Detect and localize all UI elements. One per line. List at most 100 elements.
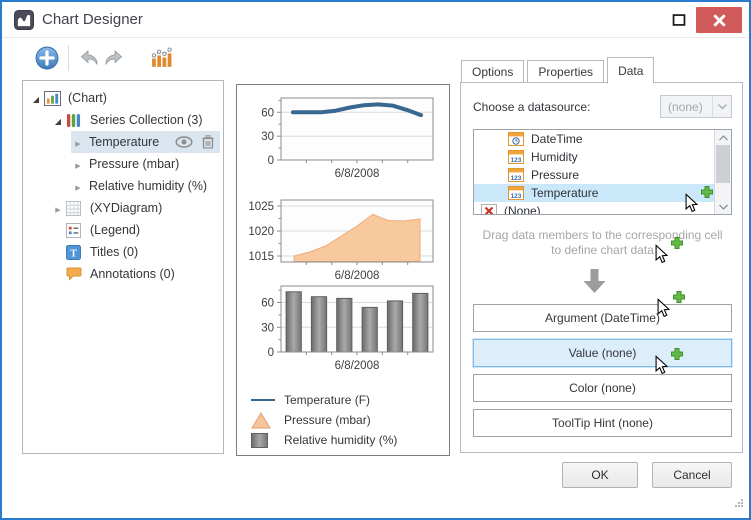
temperature-line-chart-preview[interactable]: 0 30 60 6/8/2008 xyxy=(239,93,445,185)
expander-collapsed-icon[interactable] xyxy=(71,179,85,193)
delete-trash-icon[interactable] xyxy=(202,135,214,149)
close-x-icon xyxy=(713,14,726,27)
cancel-button[interactable]: Cancel xyxy=(652,462,732,488)
bar-series-marker-icon xyxy=(251,433,277,448)
tree-item-temperature[interactable]: Temperature xyxy=(71,131,220,153)
argument-cell[interactable]: Argument (DateTime) xyxy=(473,304,732,332)
close-button[interactable] xyxy=(696,7,742,33)
legend-icon xyxy=(66,222,83,238)
numeric-field-icon: 123 xyxy=(508,150,525,164)
expander-collapsed-icon[interactable] xyxy=(51,201,65,215)
chart-legend: Temperature (F) Pressure (mbar) Relative… xyxy=(251,390,397,450)
field-item-pressure[interactable]: 123 Pressure xyxy=(474,166,714,184)
scroll-down-icon[interactable] xyxy=(715,199,731,214)
svg-text:123: 123 xyxy=(511,193,522,200)
down-arrow-icon xyxy=(583,269,606,296)
svg-text:60: 60 xyxy=(261,298,274,310)
resize-grip[interactable] xyxy=(734,495,744,513)
svg-text:1025: 1025 xyxy=(248,201,274,213)
svg-text:60: 60 xyxy=(261,107,274,119)
tree-item-legend[interactable]: (Legend) xyxy=(51,219,223,241)
field-item-humidity[interactable]: 123 Humidity xyxy=(474,148,714,166)
field-item-datetime[interactable]: DateTime xyxy=(474,130,714,148)
svg-text:6/8/2008: 6/8/2008 xyxy=(335,168,380,180)
undo-button[interactable] xyxy=(79,50,100,66)
tree-item-label: Pressure (mbar) xyxy=(85,157,179,171)
legend-item: Temperature (F) xyxy=(251,390,397,410)
chart-designer-dialog: Chart Designer (Chart) Series xyxy=(0,0,751,520)
humidity-bar-chart-preview[interactable]: 0 30 60 6/8/2008 xyxy=(239,281,445,377)
drag-hint-text: Drag data members to the corresponding c… xyxy=(477,228,728,258)
area-series-marker-icon xyxy=(251,412,277,429)
legend-item: Pressure (mbar) xyxy=(251,410,397,430)
scrollbar-thumb[interactable] xyxy=(716,145,730,183)
field-label: Pressure xyxy=(531,168,579,182)
svg-text:0: 0 xyxy=(268,155,274,167)
none-field-icon xyxy=(481,204,498,215)
tree-item-label: (Legend) xyxy=(89,223,140,237)
svg-text:123: 123 xyxy=(511,175,522,182)
tree-item-series-collection[interactable]: Series Collection (3) xyxy=(51,109,223,131)
tree-item-annotations[interactable]: Annotations (0) xyxy=(51,263,223,285)
list-scrollbar[interactable] xyxy=(714,130,731,214)
tree-item-label: Annotations (0) xyxy=(89,267,175,281)
visibility-eye-icon[interactable] xyxy=(175,136,193,148)
scroll-up-icon[interactable] xyxy=(715,130,731,145)
svg-text:0: 0 xyxy=(268,347,274,359)
field-label: Humidity xyxy=(531,150,578,164)
svg-text:123: 123 xyxy=(511,157,522,164)
tree-item-label: (XYDiagram) xyxy=(89,201,162,215)
add-chart-element-button[interactable] xyxy=(35,46,59,70)
tree-item-chart[interactable]: (Chart) xyxy=(29,87,223,109)
field-label: DateTime xyxy=(531,132,583,146)
tab-options[interactable]: Options xyxy=(461,60,524,83)
tree-item-relative-humidity[interactable]: Relative humidity (%) xyxy=(71,175,223,197)
title-bar[interactable]: Chart Designer xyxy=(2,2,749,38)
datetime-field-icon xyxy=(508,132,525,146)
titles-icon: T xyxy=(66,244,83,260)
chart-preview-panel[interactable]: 0 30 60 6/8/2008 1015 1020 1025 6/8/2008 0 30 60… xyxy=(236,84,450,456)
legend-label: Pressure (mbar) xyxy=(284,413,371,427)
right-panel-tabs: Options Properties Data xyxy=(461,57,657,83)
tree-item-label: Series Collection (3) xyxy=(89,113,203,127)
tab-data[interactable]: Data xyxy=(607,57,654,84)
cell-label: Value (none) xyxy=(569,346,637,360)
chart-appearance-button[interactable] xyxy=(150,45,175,70)
datasource-combobox[interactable]: (none) xyxy=(660,95,732,118)
tree-item-label: Titles (0) xyxy=(89,245,138,259)
cell-label: Argument (DateTime) xyxy=(545,311,660,325)
svg-text:1020: 1020 xyxy=(248,226,274,238)
redo-button[interactable] xyxy=(103,50,124,66)
field-item-none[interactable]: (None) xyxy=(474,202,714,215)
line-series-marker-icon xyxy=(251,398,277,402)
value-cell[interactable]: Value (none) xyxy=(473,339,732,367)
color-cell[interactable]: Color (none) xyxy=(473,374,732,402)
svg-text:1015: 1015 xyxy=(248,251,274,263)
expander-expanded-icon[interactable] xyxy=(29,91,43,105)
pressure-area-chart-preview[interactable]: 1015102010256/8/2008 xyxy=(239,195,445,287)
tree-item-pressure[interactable]: Pressure (mbar) xyxy=(71,153,223,175)
chevron-down-icon[interactable] xyxy=(712,96,731,117)
tab-properties[interactable]: Properties xyxy=(527,60,604,83)
toolbar-separator xyxy=(68,45,69,71)
chart-structure-tree: (Chart) Series Collection (3) Temperatur… xyxy=(22,80,224,454)
tooltip-hint-cell[interactable]: ToolTip Hint (none) xyxy=(473,409,732,437)
datasource-label: Choose a datasource: xyxy=(473,100,590,114)
datasource-value: (none) xyxy=(661,100,712,114)
tree-item-titles[interactable]: T Titles (0) xyxy=(51,241,223,263)
svg-text:30: 30 xyxy=(261,131,274,143)
chart-icon xyxy=(44,90,61,106)
tree-item-xydiagram[interactable]: (XYDiagram) xyxy=(51,197,223,219)
series-collection-icon xyxy=(66,112,83,128)
legend-label: Temperature (F) xyxy=(284,393,370,407)
expander-collapsed-icon[interactable] xyxy=(71,135,85,149)
annotations-icon xyxy=(66,266,83,282)
svg-text:6/8/2008: 6/8/2008 xyxy=(335,360,380,372)
expander-collapsed-icon[interactable] xyxy=(71,157,85,171)
maximize-button[interactable] xyxy=(671,14,687,28)
field-item-temperature[interactable]: 123 Temperature xyxy=(474,184,714,202)
expander-expanded-icon[interactable] xyxy=(51,113,65,127)
svg-text:30: 30 xyxy=(261,322,274,334)
ok-button[interactable]: OK xyxy=(562,462,638,488)
legend-label: Relative humidity (%) xyxy=(284,433,397,447)
